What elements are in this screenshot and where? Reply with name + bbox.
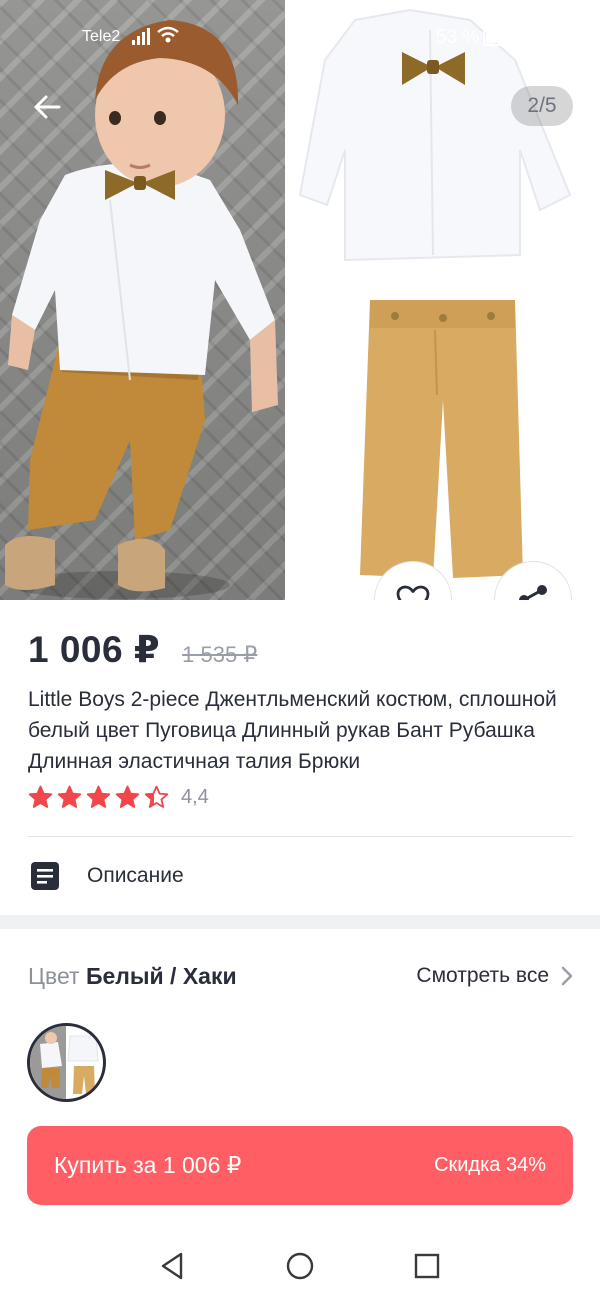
star-icon [144, 785, 169, 808]
clock: 10:50 [523, 27, 571, 48]
color-variant-thumbnail[interactable] [27, 1023, 106, 1102]
battery-icon [483, 30, 518, 46]
old-price: 1 535 ₽ [182, 642, 258, 667]
color-value: Белый / Хаки [85, 962, 237, 989]
rating-stars [28, 785, 173, 809]
star-icon [57, 785, 82, 808]
description-link[interactable]: Описание [28, 856, 573, 896]
circle-home-icon [286, 1252, 314, 1280]
product-gallery[interactable]: Tele2 53 % 10:50 2/5 [0, 0, 600, 600]
price-row: 1 006 ₽ 1 535 ₽ [28, 628, 257, 674]
heart-icon [396, 585, 430, 600]
nav-recents-button[interactable] [405, 1244, 449, 1288]
arrow-left-icon [34, 95, 61, 119]
signal-icon [132, 27, 152, 51]
chevron-right-icon [561, 966, 573, 986]
triangle-back-icon [161, 1252, 183, 1280]
share-icon [519, 585, 547, 600]
color-label: Цвет Белый / Хаки [28, 963, 237, 990]
see-all-button[interactable]: Смотреть все [416, 964, 573, 988]
description-label: Описание [87, 864, 184, 887]
discount-label: Скидка 34% [434, 1154, 546, 1176]
gallery-page-counter: 2/5 [511, 86, 573, 126]
system-nav-bar [0, 1232, 600, 1299]
product-title: Little Boys 2-piece Джентльменский костю… [28, 688, 557, 773]
back-button[interactable] [24, 84, 70, 130]
square-recents-icon [414, 1253, 440, 1279]
star-icon [28, 785, 53, 808]
buy-button[interactable]: Купить за 1 006 ₽ Скидка 34% [27, 1126, 573, 1205]
color-row: Цвет Белый / Хаки Смотреть все [28, 958, 573, 994]
current-price: 1 006 ₽ [28, 629, 161, 670]
buy-label: Купить за 1 006 ₽ [54, 1152, 242, 1178]
rating-value: 4,4 [181, 785, 209, 808]
status-bar: Tele2 53 % 10:50 [0, 22, 600, 54]
nav-back-button[interactable] [150, 1244, 194, 1288]
battery-fill [486, 33, 500, 43]
document-icon [31, 862, 59, 890]
see-all-label: Смотреть все [416, 964, 549, 987]
section-separator [0, 915, 600, 929]
wifi-icon [156, 25, 180, 51]
divider [28, 836, 573, 837]
nav-home-button[interactable] [278, 1244, 322, 1288]
battery-percent: 53 % [436, 27, 480, 48]
star-icon [86, 785, 111, 808]
carrier-name: Tele2 [82, 28, 121, 45]
star-icon [115, 785, 140, 808]
rating-row[interactable]: 4,4 [28, 783, 209, 811]
color-key: Цвет [28, 962, 80, 989]
